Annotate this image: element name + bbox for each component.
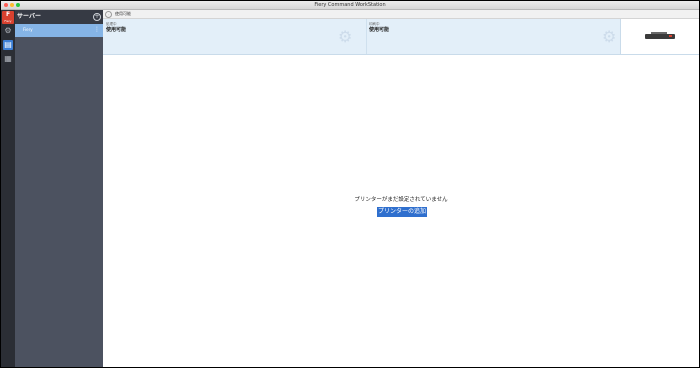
processing-status: 処理中 使用可能 ⚙ <box>106 19 364 54</box>
server-name: Fiery <box>23 27 33 32</box>
server-panel-header: サーバー + <box>15 10 103 24</box>
job-tab-bar: ◦ 使用可能 <box>103 10 699 19</box>
printer-thumbnail <box>620 19 699 54</box>
server-panel-title: サーバー <box>17 13 41 20</box>
more-vertical-icon[interactable]: ⋮ <box>94 26 100 34</box>
add-printer-button[interactable]: プリンターの追加 <box>377 207 427 217</box>
server-panel: サーバー + Fiery ⋮ <box>15 10 103 367</box>
tab-status-label[interactable]: 使用可能 <box>115 11 131 17</box>
printing-value: 使用可能 <box>369 27 390 33</box>
plus-icon[interactable]: + <box>93 13 101 21</box>
job-center-icon[interactable]: ▤ <box>3 40 13 50</box>
printing-status: 印刷中 使用可能 ⚙ <box>366 19 624 54</box>
fiery-logo: F Fiery <box>2 11 14 24</box>
apps-grid-icon[interactable]: ▦ <box>3 54 13 64</box>
fiery-logo-text: Fiery <box>4 19 12 23</box>
main-area: ◦ 使用可能 処理中 使用可能 ⚙ 印刷中 使用可能 ⚙ プリンターがまだ設定さ… <box>103 10 699 367</box>
tab-status-icon: ◦ <box>105 11 112 18</box>
gear-icon: ⚙ <box>602 27 617 46</box>
gear-icon: ⚙ <box>338 27 353 46</box>
status-strip: 処理中 使用可能 ⚙ 印刷中 使用可能 ⚙ <box>103 19 699 55</box>
app-window: Fiery Command WorkStation F Fiery ⚙ ▤ ▦ … <box>0 0 700 368</box>
icon-rail: F Fiery ⚙ ▤ ▦ <box>1 10 15 367</box>
window-title: Fiery Command WorkStation <box>314 2 386 8</box>
title-bar: Fiery Command WorkStation <box>1 1 699 10</box>
settings-icon[interactable]: ⚙ <box>3 26 13 36</box>
empty-state-message: プリンターがまだ設定されていません <box>354 197 448 203</box>
printer-icon <box>645 32 675 40</box>
processing-value: 使用可能 <box>106 27 127 33</box>
fiery-logo-mark: F <box>5 11 11 18</box>
server-list-item[interactable]: Fiery ⋮ <box>15 24 103 37</box>
